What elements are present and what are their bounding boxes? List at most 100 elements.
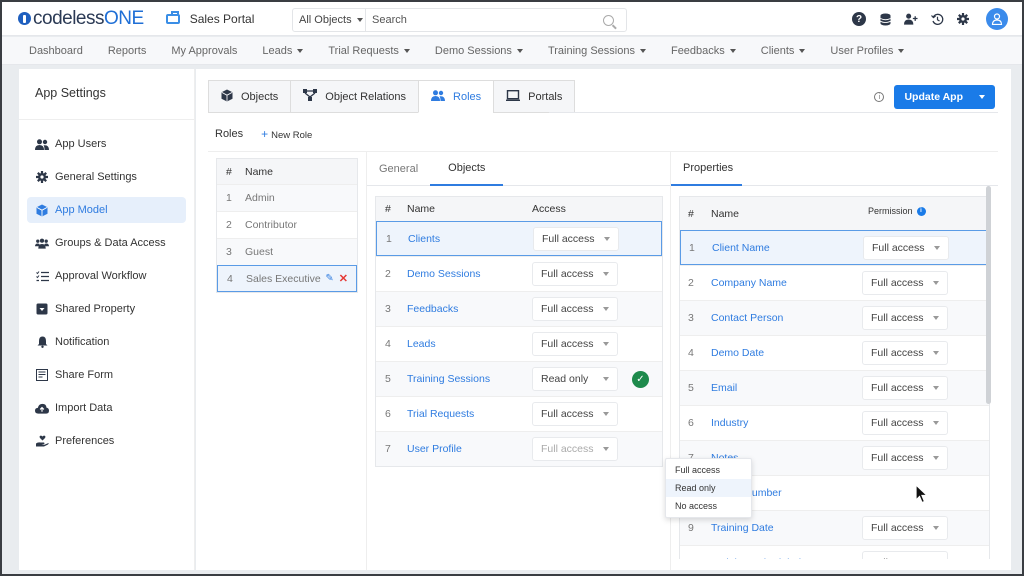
access-select[interactable]: Full access [532,437,618,461]
object-row[interactable]: 2 Demo Sessions Full access [376,256,662,291]
permission-select[interactable]: Full access [862,376,948,400]
option-no-access[interactable]: No access [666,497,751,515]
col-header-name: Name [407,203,436,215]
object-row[interactable]: 7 User Profile Full access [376,431,662,466]
nav-leads[interactable]: Leads [262,45,304,57]
tab-portals[interactable]: Portals [493,80,576,113]
pencil-icon[interactable]: ✎ [325,273,333,284]
sidebar-item-general-settings[interactable]: General Settings [27,164,186,190]
property-row[interactable]: 4 Demo Date Full access [680,335,989,370]
object-row[interactable]: 3 Feedbacks Full access [376,291,662,326]
tab-object-relations[interactable]: Object Relations [290,80,419,113]
role-row[interactable]: 1 Admin [217,184,357,211]
sidebar-item-approval-workflow[interactable]: Approval Workflow [27,263,186,289]
permission-select[interactable]: Full access [862,306,948,330]
object-row[interactable]: 4 Leads Full access [376,326,662,361]
access-select[interactable]: Read only [532,367,618,391]
search-icon[interactable] [603,14,614,26]
nav-demo-sessions[interactable]: Demo Sessions [435,45,523,57]
nav-trial-requests[interactable]: Trial Requests [328,45,410,57]
nav-user-profiles[interactable]: User Profiles [830,45,905,57]
option-full-access[interactable]: Full access [666,461,751,479]
database-icon[interactable] [878,12,892,26]
new-role-button[interactable]: + New Role [261,127,312,141]
object-name-link[interactable]: User Profile [407,443,532,455]
tab-roles[interactable]: Roles [418,80,494,113]
property-row[interactable]: 1 Client Name Full access [680,230,989,265]
info-icon[interactable]: i [916,206,926,216]
sidebar-item-app-users[interactable]: App Users [27,131,186,157]
sidebar-item-import-data[interactable]: Import Data [27,395,186,421]
caret-down-icon [297,48,304,53]
role-row[interactable]: 4 Sales Executive ✎ ✕ [217,265,357,292]
nav-dashboard[interactable]: Dashboard [29,45,83,57]
option-read-only[interactable]: Read only [666,479,751,497]
permission-select[interactable]: Full access [862,411,948,435]
property-name-link[interactable]: Client Name [712,242,863,254]
role-row[interactable]: 3 Guest [217,238,357,265]
permission-select[interactable]: Full access [862,341,948,365]
close-icon[interactable]: ✕ [339,272,348,285]
property-name-link[interactable]: Contact Person [711,312,862,324]
tab-properties[interactable]: Properties [671,152,742,186]
object-name-link[interactable]: Trial Requests [407,408,532,420]
permission-select[interactable]: Full access [862,446,948,470]
search-input[interactable] [366,14,603,26]
access-select[interactable]: Full access [532,332,618,356]
permission-select[interactable]: Full access [862,551,948,559]
access-select[interactable]: Full access [533,226,619,251]
subtab-general[interactable]: General [367,152,430,186]
property-name-link[interactable]: Demo Date [711,347,862,359]
sidebar-item-preferences[interactable]: Preferences [27,428,186,454]
sidebar-item-groups-data-access[interactable]: Groups & Data Access [27,230,186,256]
object-row[interactable]: 5 Training Sessions Read only ✓ [376,361,662,396]
nav-training-sessions[interactable]: Training Sessions [548,45,646,57]
permission-select[interactable]: Full access [862,271,948,295]
add-user-icon[interactable] [904,12,918,26]
sidebar-item-app-model[interactable]: App Model [27,197,186,223]
object-row[interactable]: 1 Clients Full access [376,221,662,256]
subtab-objects[interactable]: Objects [430,152,504,186]
update-app-button[interactable]: Update App [894,85,995,109]
object-name-link[interactable]: Training Sessions [407,373,532,385]
info-icon[interactable]: i [874,92,885,102]
access-select[interactable]: Full access [532,262,618,286]
user-avatar[interactable] [986,8,1008,30]
property-row[interactable]: 6 Industry Full access [680,405,989,440]
object-row[interactable]: 6 Trial Requests Full access [376,396,662,431]
access-select[interactable]: Full access [532,297,618,321]
app-logo[interactable]: codeless ONE [18,8,144,30]
role-row[interactable]: 2 Contributor [217,211,357,238]
property-row[interactable]: 3 Contact Person Full access [680,300,989,335]
help-icon[interactable]: ? [852,12,866,26]
sidebar-item-notification[interactable]: Notification [27,329,186,355]
property-row[interactable]: 10Training Scheduled Full access [680,545,989,559]
tab-objects[interactable]: Objects [208,80,291,113]
caret-down-icon[interactable] [979,95,985,99]
sidebar-item-shared-property[interactable]: Shared Property [27,296,186,322]
access-select[interactable]: Full access [532,402,618,426]
portal-switcher[interactable]: Sales Portal [165,10,254,26]
permission-select[interactable]: Full access [862,516,948,540]
property-row[interactable]: 5 Email Full access [680,370,989,405]
scrollbar[interactable] [986,186,991,404]
property-name-link[interactable]: Company Name [711,277,862,289]
search-scope-dropdown[interactable]: All Objects [293,9,366,31]
object-name-link[interactable]: Leads [407,338,532,350]
nav-reports[interactable]: Reports [108,45,147,57]
property-name-link[interactable]: Industry [711,417,862,429]
object-name-link[interactable]: Feedbacks [407,303,532,315]
history-icon[interactable] [930,12,944,26]
permission-select[interactable]: Full access [863,235,949,260]
nav-feedbacks[interactable]: Feedbacks [671,45,736,57]
property-row[interactable]: 2 Company Name Full access [680,265,989,300]
gear-icon[interactable] [956,12,970,26]
property-name-link[interactable]: Training Scheduled [711,557,862,559]
sidebar-item-share-form[interactable]: Share Form [27,362,186,388]
object-name-link[interactable]: Clients [408,233,533,245]
nav-my-approvals[interactable]: My Approvals [171,45,237,57]
nav-clients[interactable]: Clients [761,45,806,57]
property-name-link[interactable]: Training Date [711,522,862,534]
property-name-link[interactable]: Email [711,382,862,394]
object-name-link[interactable]: Demo Sessions [407,268,532,280]
